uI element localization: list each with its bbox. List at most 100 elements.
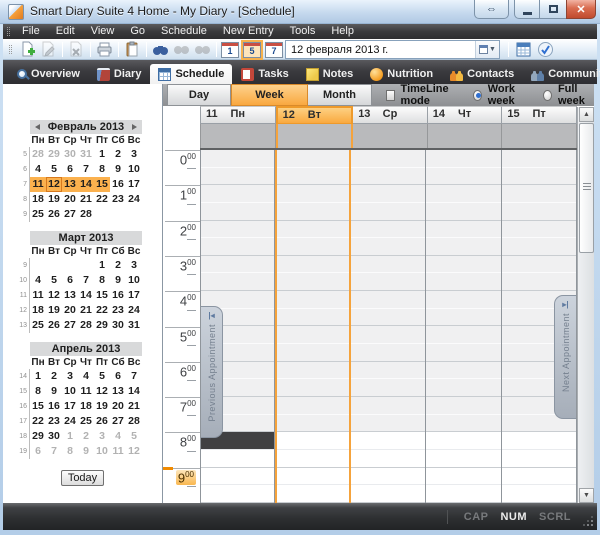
time-slot[interactable] [502,238,576,256]
calendar-day[interactable]: 13 [62,177,78,192]
calendar-day[interactable]: 8 [94,162,110,177]
time-slot[interactable] [426,309,500,327]
scroll-up-button[interactable]: ▲ [579,107,594,122]
allday-cell-13[interactable] [353,124,428,148]
time-slot[interactable] [351,256,425,274]
calendar-day[interactable]: 13 [62,288,78,303]
time-slot[interactable] [426,397,500,415]
calendar-day[interactable]: 11 [30,288,46,303]
time-slot[interactable] [277,432,348,450]
calendar-day[interactable]: 7 [78,162,94,177]
calendar-day[interactable]: 25 [30,207,46,222]
view-month-button[interactable]: Month [308,84,372,106]
calendar-day[interactable]: 10 [62,384,78,399]
calendar-day[interactable]: 2 [110,147,126,162]
calendar-day[interactable]: 23 [46,414,62,429]
delete-entry-button[interactable] [67,41,86,59]
time-slot[interactable] [201,238,274,256]
day-header-14[interactable]: 14Чт [428,106,503,124]
calendar-day[interactable]: 10 [126,273,142,288]
calendar-day[interactable]: 4 [30,162,46,177]
calendar-day[interactable]: 3 [62,369,78,384]
calendar-day[interactable]: 20 [62,192,78,207]
tab-tasks[interactable]: Tasks [233,64,296,84]
time-slot[interactable] [201,450,274,468]
time-slot[interactable] [277,450,348,468]
calendar-day[interactable]: 11 [30,177,46,192]
calendar-day[interactable]: 1 [30,369,46,384]
calendar-day[interactable]: 19 [94,399,110,414]
calendar-day[interactable]: 17 [62,399,78,414]
tab-contacts[interactable]: Contacts [442,64,522,84]
prev-month-arrow-icon[interactable] [35,124,40,130]
time-slot[interactable] [277,150,348,168]
time-slot[interactable] [351,326,425,344]
time-slot[interactable] [277,238,348,256]
calendar-day[interactable]: 20 [62,303,78,318]
calendar-day[interactable]: 8 [62,444,78,459]
menu-item-go[interactable]: Go [122,24,153,39]
calendar-day[interactable]: 18 [30,303,46,318]
calendar-day[interactable]: 7 [126,369,142,384]
time-slot[interactable] [351,432,425,450]
calendar-day[interactable]: 10 [94,444,110,459]
table-view-button[interactable] [514,41,533,59]
work-week-radio[interactable] [473,90,482,101]
calendar-day[interactable]: 23 [110,192,126,207]
calendar-day[interactable]: 11 [110,444,126,459]
calendar-day[interactable]: 22 [94,303,110,318]
calendar-day[interactable]: 12 [46,288,62,303]
time-slot[interactable] [201,203,274,221]
calendar-day[interactable]: 14 [78,177,94,192]
menu-item-help[interactable]: Help [323,24,362,39]
calendar-day[interactable]: 17 [126,288,142,303]
timeline-mode-checkbox[interactable] [386,90,395,101]
calendar-day[interactable]: 1 [94,147,110,162]
tab-schedule[interactable]: Schedule [150,64,232,84]
calendar-day[interactable]: 22 [94,192,110,207]
calendar-day[interactable]: 8 [94,273,110,288]
time-slot[interactable] [277,256,348,274]
calendar-day[interactable]: 6 [62,273,78,288]
time-slot[interactable] [426,379,500,397]
time-slot[interactable] [277,344,348,362]
time-slot[interactable] [351,344,425,362]
calendar-day[interactable]: 16 [110,288,126,303]
menu-item-schedule[interactable]: Schedule [153,24,215,39]
calendar-day[interactable]: 23 [110,303,126,318]
calendar-day[interactable]: 6 [110,369,126,384]
time-slot[interactable] [201,168,274,186]
calendar-day[interactable]: 25 [78,414,94,429]
minimize-button[interactable] [514,0,540,19]
time-slot[interactable] [351,150,425,168]
calendar-day[interactable]: 6 [62,162,78,177]
calendar-day[interactable]: 27 [62,207,78,222]
calendar-day[interactable]: 9 [110,162,126,177]
time-slot[interactable] [351,273,425,291]
time-slot[interactable] [277,309,348,327]
maximize-button[interactable] [540,0,566,19]
time-slot[interactable] [277,415,348,433]
close-button[interactable]: ✕ [566,0,596,19]
time-slot[interactable] [351,450,425,468]
calendar-day[interactable]: 29 [30,429,46,444]
calendar-day[interactable]: 4 [110,429,126,444]
time-slot[interactable] [201,485,274,503]
time-slot[interactable] [351,362,425,380]
time-slot[interactable] [502,485,576,503]
paste-button[interactable] [123,41,142,59]
tab-nutrition[interactable]: Nutrition [362,64,441,84]
calendar-day[interactable]: 2 [78,429,94,444]
calendar-day[interactable]: 29 [94,318,110,333]
calendar-day[interactable]: 28 [126,414,142,429]
menu-item-file[interactable]: File [14,24,48,39]
calendar-day[interactable]: 28 [30,147,46,162]
tab-overview[interactable]: Overview [9,64,88,84]
toolbar-view-7-button[interactable]: 7 [265,42,283,58]
calendar-day[interactable]: 31 [78,147,94,162]
time-slot[interactable] [426,344,500,362]
menu-item-edit[interactable]: Edit [48,24,83,39]
time-slot[interactable] [502,432,576,450]
next-month-arrow-icon[interactable] [132,124,137,130]
new-entry-button[interactable] [18,41,37,59]
